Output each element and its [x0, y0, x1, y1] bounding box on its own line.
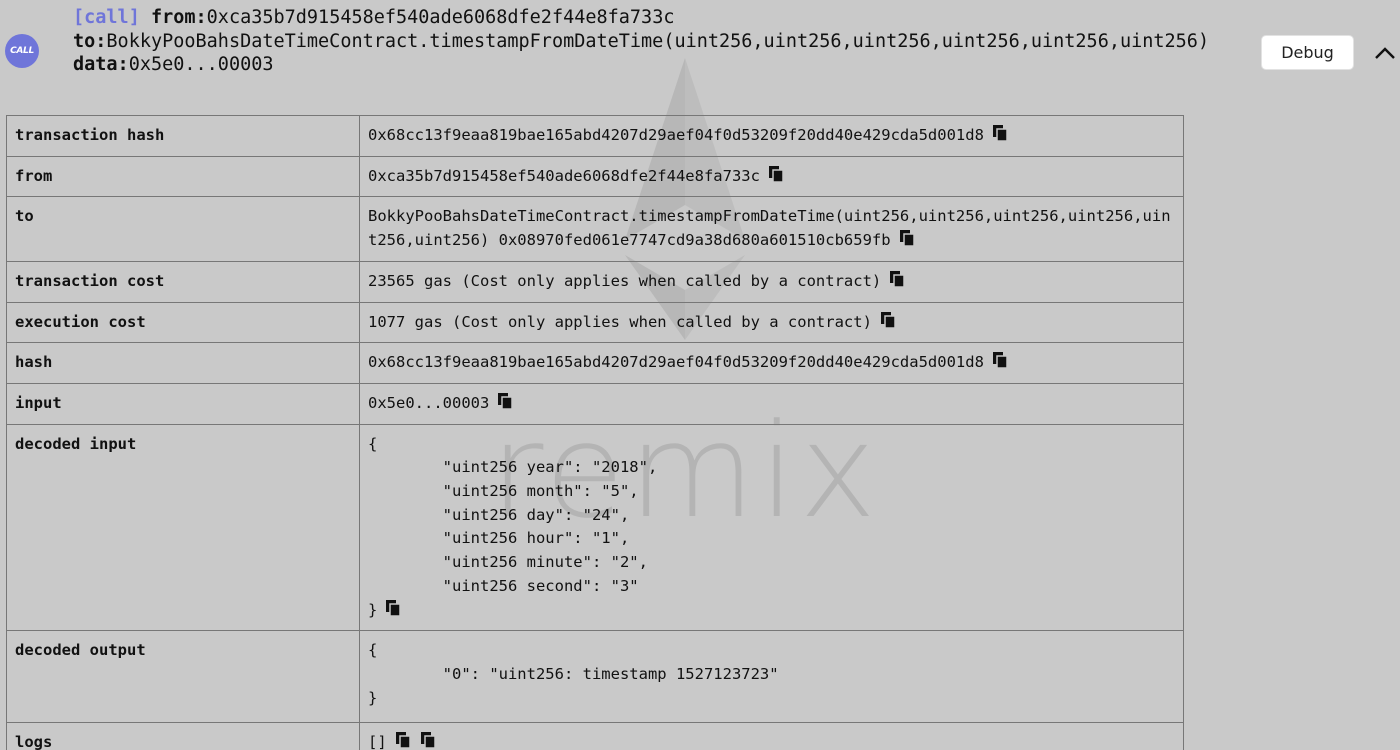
copy-icon[interactable] [899, 229, 916, 247]
table-row-from: from 0xca35b7d915458ef540ade6068dfe2f44e8… [6, 155, 1184, 198]
call-summary[interactable]: [call] from:0xca35b7d915458ef540ade6068d… [73, 6, 1253, 77]
row-value: 0x68cc13f9eaa819bae165abd4207d29aef04f0d… [368, 353, 984, 372]
transaction-details-table: transaction hash 0x68cc13f9eaa819bae165ab… [6, 115, 1184, 750]
copy-icon[interactable] [420, 731, 437, 749]
copy-icon[interactable] [395, 731, 412, 749]
row-value: { "uint256 year": "2018", "uint256 month… [368, 434, 658, 619]
copy-icon[interactable] [880, 311, 897, 329]
row-label: to [6, 196, 360, 262]
row-value-cell: 23565 gas (Cost only applies when called… [359, 260, 1184, 303]
call-badge-icon: CALL [5, 34, 39, 68]
copy-icon[interactable] [768, 165, 785, 183]
row-value-cell: [] [359, 722, 1184, 750]
table-row-transaction-cost: transaction cost 23565 gas (Cost only app… [6, 260, 1184, 303]
row-value-cell: 1077 gas (Cost only applies when called … [359, 301, 1184, 344]
row-value-cell: 0x68cc13f9eaa819bae165abd4207d29aef04f0d… [359, 115, 1184, 157]
table-row-decoded-output: decoded output{ "0": "uint256: timestamp… [6, 630, 1184, 724]
row-value-cell: BokkyPooBahsDateTimeContract.timestampFr… [359, 196, 1184, 262]
row-label: execution cost [6, 301, 360, 344]
row-value-cell: 0x68cc13f9eaa819bae165abd4207d29aef04f0d… [359, 342, 1184, 384]
copy-icon[interactable] [497, 392, 514, 410]
from-key: from: [150, 7, 207, 28]
row-value-cell: { "uint256 year": "2018", "uint256 month… [359, 423, 1184, 632]
row-label: transaction cost [6, 260, 360, 303]
row-value: [] [368, 733, 387, 750]
data-value: 0x5e0...00003 [128, 54, 274, 75]
row-label: decoded input [6, 423, 360, 632]
row-label: logs [6, 722, 360, 750]
row-value: 0x68cc13f9eaa819bae165abd4207d29aef04f0d… [368, 126, 984, 144]
row-label: input [6, 382, 360, 425]
row-label: from [6, 155, 360, 198]
row-value: 23565 gas (Cost only applies when called… [368, 271, 882, 290]
row-value: 1077 gas (Cost only applies when called … [368, 312, 872, 331]
copy-icon[interactable] [992, 124, 1009, 142]
copy-icon[interactable] [889, 270, 906, 288]
table-row-decoded-input: decoded input{ "uint256 year": "2018", "… [6, 423, 1184, 632]
chevron-up-icon[interactable] [1372, 40, 1398, 66]
to-key: to: [73, 30, 107, 52]
table-row-execution-cost: execution cost 1077 gas (Cost only applie… [6, 301, 1184, 344]
copy-icon[interactable] [385, 599, 402, 617]
table-row-input: input 0x5e0...00003 [6, 382, 1184, 425]
call-tag: [call] [73, 7, 140, 28]
row-value: { "0": "uint256: timestamp 1527123723" } [368, 641, 779, 707]
copy-icon[interactable] [992, 351, 1009, 369]
row-label: decoded output [6, 630, 360, 724]
row-value: 0x5e0...00003 [368, 393, 490, 412]
row-value: 0xca35b7d915458ef540ade6068dfe2f44e8fa73… [368, 166, 760, 185]
table-row-transaction-hash: transaction hash 0x68cc13f9eaa819bae165ab… [6, 115, 1184, 157]
row-value-cell: 0x5e0...00003 [359, 382, 1184, 425]
row-label: hash [6, 342, 360, 384]
row-value-cell: { "0": "uint256: timestamp 1527123723" } [359, 630, 1184, 724]
table-row-logs: logs [] [6, 722, 1184, 750]
debug-button[interactable]: Debug [1261, 35, 1354, 70]
table-row-hash: hash 0x68cc13f9eaa819bae165abd4207d29aef0… [6, 342, 1184, 384]
to-value: BokkyPooBahsDateTimeContract.timestampFr… [106, 30, 1210, 52]
row-label: transaction hash [6, 115, 360, 157]
from-value: 0xca35b7d915458ef540ade6068dfe2f44e8fa73… [206, 7, 675, 28]
row-value-cell: 0xca35b7d915458ef540ade6068dfe2f44e8fa73… [359, 155, 1184, 198]
data-key: data: [73, 54, 129, 75]
table-row-to: to BokkyPooBahsDateTimeContract.timestamp… [6, 196, 1184, 262]
row-value: BokkyPooBahsDateTimeContract.timestampFr… [368, 207, 1171, 250]
